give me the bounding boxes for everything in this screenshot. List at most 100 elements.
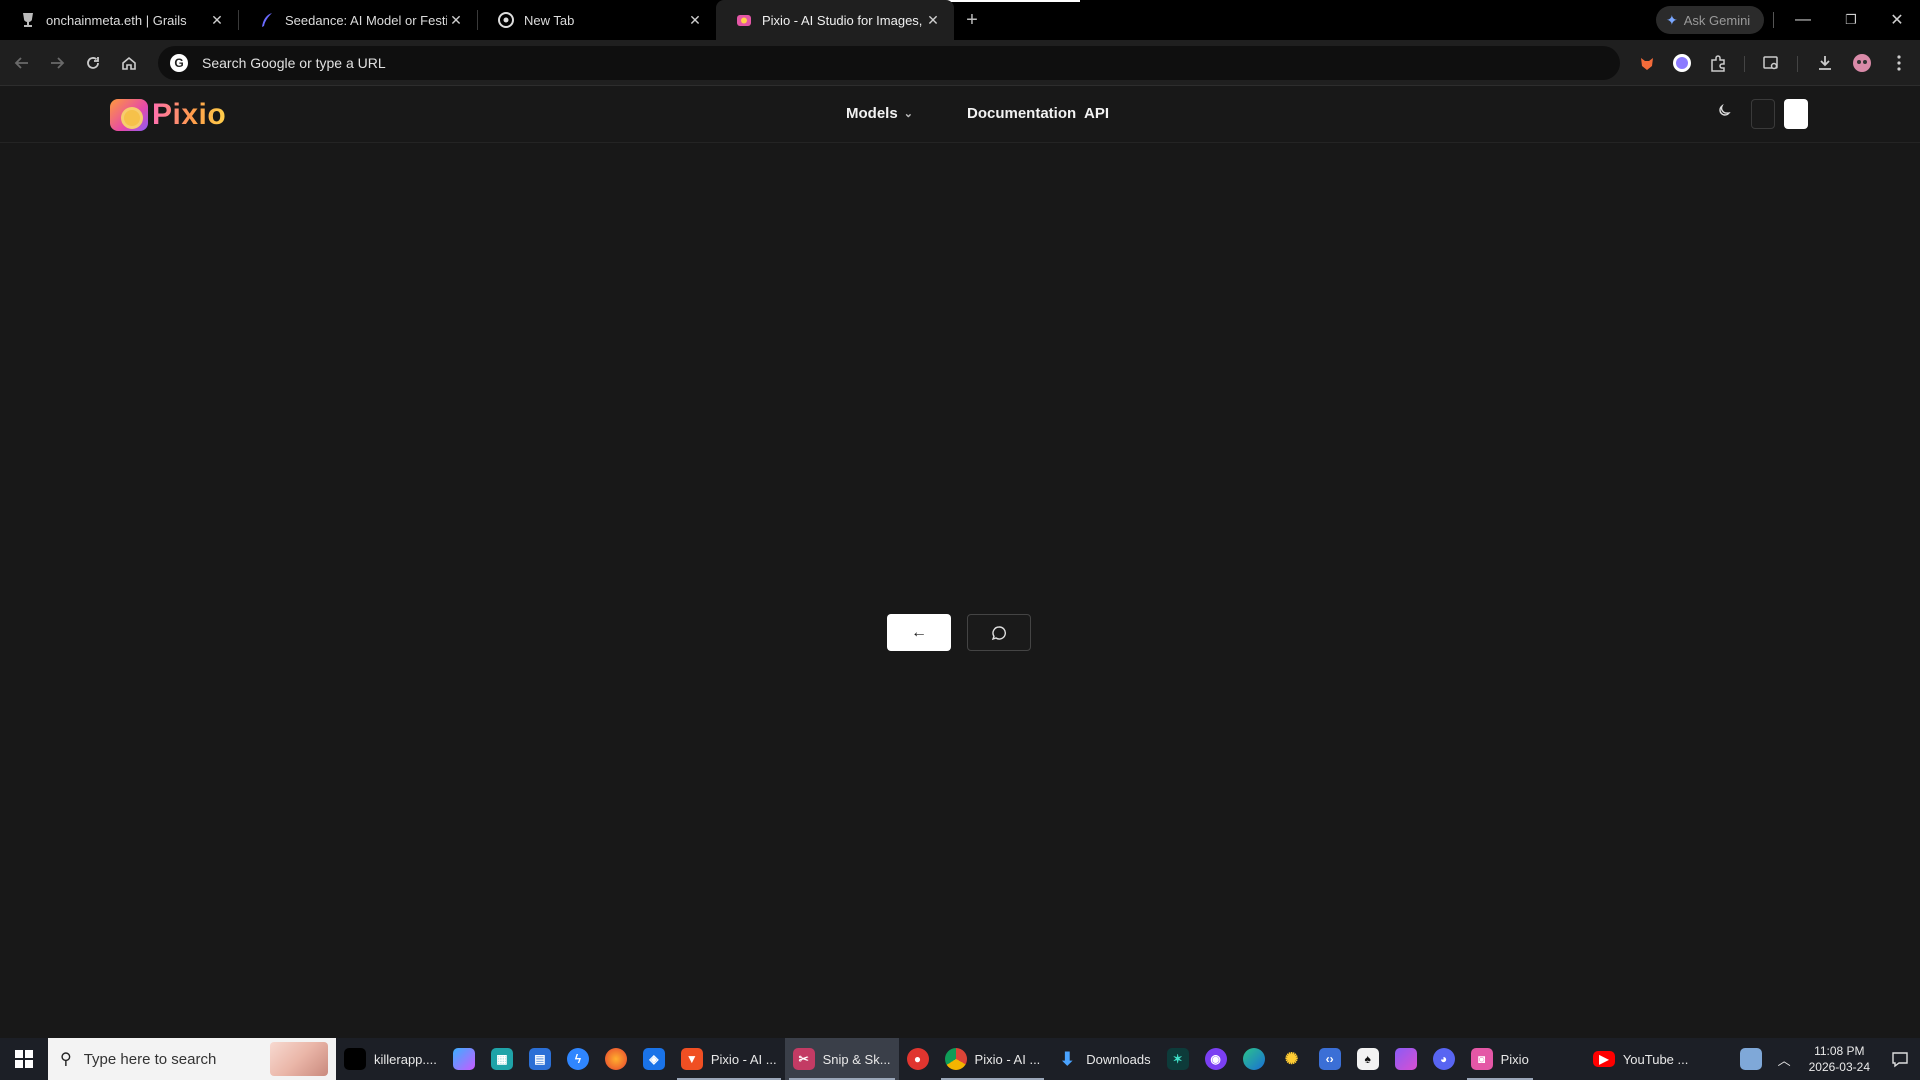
chat-bubble-icon xyxy=(991,625,1006,640)
code-icon: ‹› xyxy=(1318,1048,1341,1070)
browser-tabstrip: onchainmeta.eth | Grails ✕ Seedance: AI … xyxy=(0,0,1920,40)
tab-pixio[interactable]: Pixio - AI Studio for Images, Vid ✕ xyxy=(716,0,954,40)
browser-toolbar: G Search Google or type a URL xyxy=(0,40,1920,86)
header-button-light[interactable] xyxy=(1784,99,1808,129)
taskbar-app-recorder[interactable]: ● xyxy=(899,1038,937,1080)
taskbar-item-label: Pixio xyxy=(1500,1051,1529,1067)
taskbar-app-folder[interactable] xyxy=(1387,1038,1425,1080)
taskbar-app-shield[interactable]: ◈ xyxy=(635,1038,673,1080)
chevron-up-icon: ︿ xyxy=(1777,1052,1791,1068)
taskbar-app-copilot[interactable] xyxy=(445,1038,483,1080)
tray-app-icon[interactable] xyxy=(1732,1038,1770,1080)
taskbar-app-mask[interactable]: ◉ xyxy=(1197,1038,1235,1080)
tab-new-tab[interactable]: New Tab ✕ xyxy=(478,0,716,40)
taskbar-app-cards[interactable]: ♠ xyxy=(1349,1038,1387,1080)
start-button[interactable] xyxy=(0,1038,48,1080)
nav-models[interactable]: Models ⌄ xyxy=(846,105,913,122)
tab-seedance[interactable]: Seedance: AI Model or Festival? ✕ xyxy=(239,0,477,40)
back-button[interactable] xyxy=(7,48,37,78)
clock-date: 2026-03-24 xyxy=(1808,1060,1870,1074)
minimize-button[interactable]: — xyxy=(1780,0,1826,40)
taskbar-app-pixio[interactable]: ◙ Pixio xyxy=(1463,1038,1537,1080)
taskbar-app-chrome[interactable]: Pixio - AI ... xyxy=(937,1038,1049,1080)
forward-button[interactable] xyxy=(42,48,72,78)
taskbar-app-calculator[interactable]: ▦ xyxy=(483,1038,521,1080)
taskbar-app-store[interactable]: ▤ xyxy=(521,1038,559,1080)
address-placeholder: Search Google or type a URL xyxy=(202,55,386,71)
tab-grails[interactable]: onchainmeta.eth | Grails ✕ xyxy=(0,0,238,40)
chevron-down-icon: ⌄ xyxy=(903,108,913,120)
close-icon[interactable]: ✕ xyxy=(924,11,942,29)
pixio-icon: ◙ xyxy=(1470,1048,1493,1070)
taskbar-app-messenger[interactable]: ϟ xyxy=(559,1038,597,1080)
feather-icon xyxy=(259,12,275,28)
taskbar-item-label: Pixio - AI ... xyxy=(974,1051,1041,1067)
reload-button[interactable] xyxy=(78,48,108,78)
shield-icon: ◈ xyxy=(642,1048,665,1070)
taskbar-app-youtube[interactable]: ▶ YouTube ... xyxy=(1585,1038,1697,1080)
site-header: Pixio Models ⌄ Documentation API xyxy=(0,87,1920,143)
calculator-icon: ▦ xyxy=(490,1048,513,1070)
gemini-sparkle-icon: ✦ xyxy=(1666,11,1678,28)
brave-icon: ▼ xyxy=(680,1048,703,1070)
taskbar-item-label: Snip & Sk... xyxy=(822,1051,891,1067)
tab-search-icon[interactable] xyxy=(1756,48,1786,78)
extension-orb-icon[interactable] xyxy=(1667,48,1697,78)
camera-logo-icon xyxy=(110,99,148,131)
window-close-button[interactable]: ✕ xyxy=(1874,0,1920,40)
extension-fox-icon[interactable] xyxy=(1632,48,1662,78)
theme-toggle-button[interactable] xyxy=(1714,101,1734,121)
close-icon[interactable]: ✕ xyxy=(208,11,226,29)
cards-icon: ♠ xyxy=(1356,1048,1379,1070)
close-icon[interactable]: ✕ xyxy=(447,11,465,29)
messenger-icon: ϟ xyxy=(566,1048,589,1070)
search-icon: ⚲ xyxy=(60,1051,72,1068)
restore-button[interactable]: ❐ xyxy=(1828,0,1874,40)
taskbar-app-discord[interactable]: ◕ xyxy=(1425,1038,1463,1080)
divider xyxy=(1744,56,1745,72)
taskbar-app-game[interactable]: ✶ xyxy=(1159,1038,1197,1080)
taskbar-app-snip[interactable]: ✂ Snip & Sk... xyxy=(784,1038,899,1080)
tab-title: Pixio - AI Studio for Images, Vid xyxy=(762,12,924,28)
new-tab-button[interactable]: + xyxy=(954,0,990,40)
chat-button[interactable] xyxy=(967,614,1031,651)
nav-documentation[interactable]: Documentation xyxy=(967,105,1076,122)
notification-icon[interactable] xyxy=(1880,1038,1920,1080)
extensions-puzzle-icon[interactable] xyxy=(1703,48,1733,78)
page-content: Pixio Models ⌄ Documentation API ← xyxy=(0,87,1920,1038)
taskbar-app-brave[interactable]: ▼ Pixio - AI ... xyxy=(673,1038,785,1080)
ask-gemini-button[interactable]: ✦ Ask Gemini xyxy=(1656,6,1764,34)
taskbar-app-edge[interactable] xyxy=(1235,1038,1273,1080)
tab-title: New Tab xyxy=(524,12,575,28)
profile-avatar[interactable] xyxy=(1847,48,1877,78)
store-icon: ▤ xyxy=(528,1048,551,1070)
folder-icon xyxy=(1394,1048,1417,1070)
site-logo[interactable]: Pixio xyxy=(110,97,226,133)
pixio-icon xyxy=(736,12,752,28)
record-icon: ● xyxy=(906,1048,929,1070)
taskbar-search[interactable]: ⚲ Type here to search xyxy=(48,1038,336,1080)
windows-logo-icon xyxy=(15,1050,33,1068)
taskbar-app-downloads[interactable]: ⬇ Downloads xyxy=(1048,1038,1158,1080)
nav-api[interactable]: API xyxy=(1084,105,1109,122)
menu-kebab-icon[interactable] xyxy=(1884,48,1914,78)
taskbar-app-killerapp[interactable]: killerapp.... xyxy=(336,1038,445,1080)
home-icon xyxy=(122,56,136,70)
taskbar-app-party[interactable]: ✺ xyxy=(1273,1038,1311,1080)
go-back-button[interactable]: ← xyxy=(887,614,951,651)
taskbar-app-firefox[interactable] xyxy=(597,1038,635,1080)
taskbar-search-placeholder: Type here to search xyxy=(83,1050,217,1068)
close-icon[interactable]: ✕ xyxy=(686,11,704,29)
arrow-right-icon xyxy=(51,57,65,69)
address-bar[interactable]: G Search Google or type a URL xyxy=(158,46,1620,80)
home-button[interactable] xyxy=(114,48,144,78)
taskbar-clock[interactable]: 11:08 PM 2026-03-24 xyxy=(1799,1043,1880,1075)
download-icon[interactable] xyxy=(1810,48,1840,78)
copilot-icon xyxy=(452,1048,475,1070)
taskbar-item-label: YouTube ... xyxy=(1622,1051,1689,1067)
taskbar-app-code[interactable]: ‹› xyxy=(1311,1038,1349,1080)
header-button-dark[interactable] xyxy=(1751,99,1775,129)
divider xyxy=(1797,56,1798,72)
show-hidden-icons-button[interactable]: ︿ xyxy=(1770,1038,1799,1080)
firefox-icon xyxy=(604,1048,627,1070)
